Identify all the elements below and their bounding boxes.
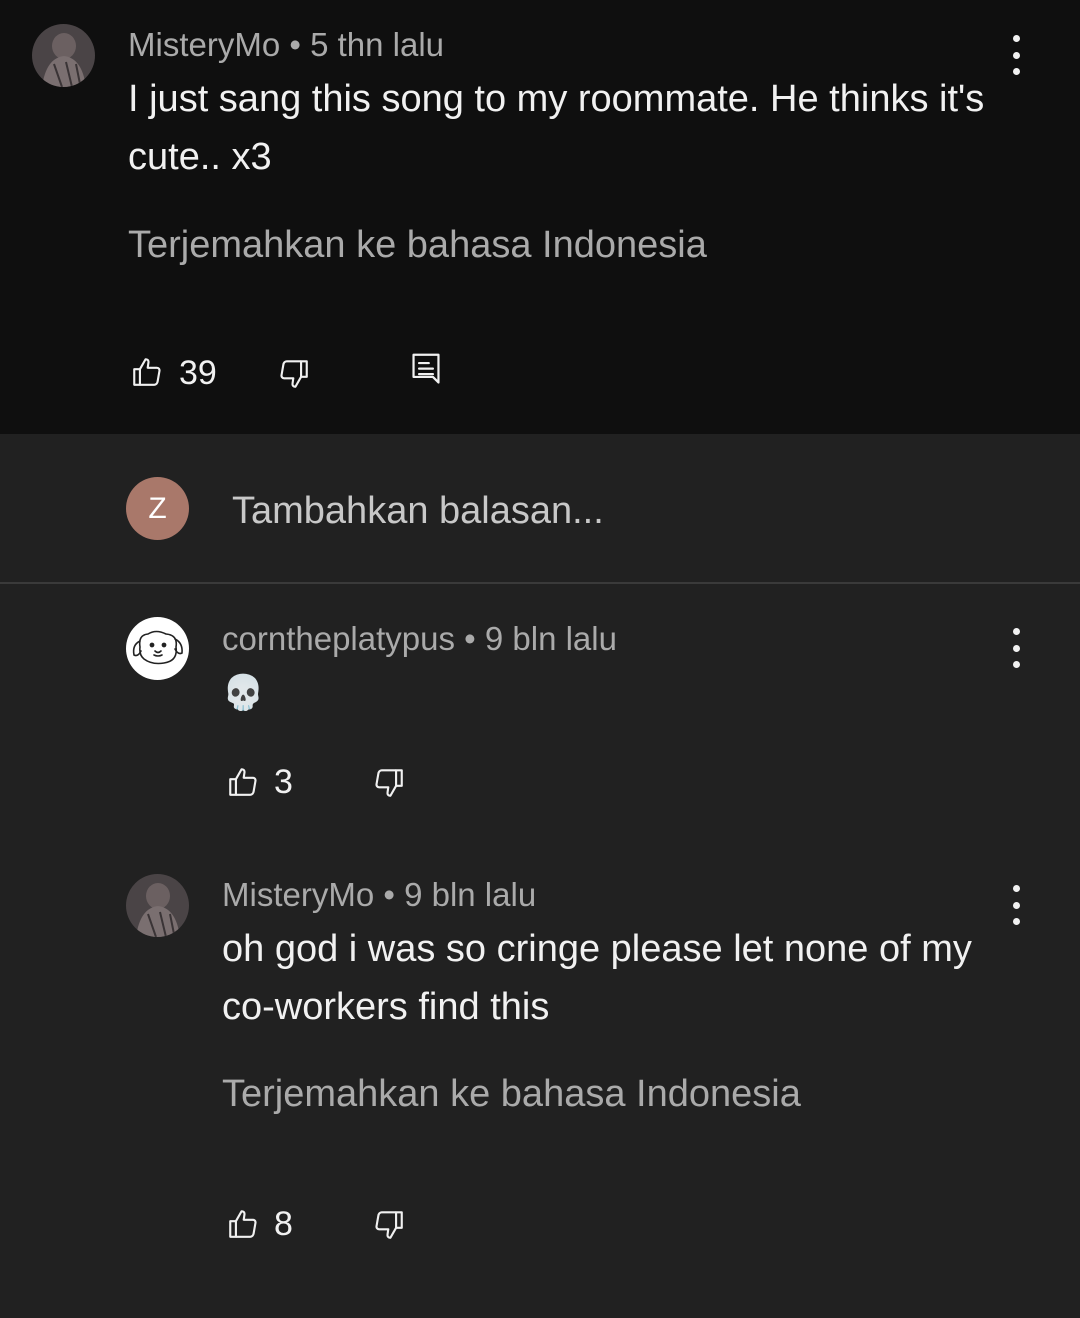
user-avatar: Z (126, 477, 189, 540)
reply-like-count: 8 (274, 1205, 293, 1243)
comment-text: I just sang this song to my roommate. He… (128, 78, 985, 178)
author-avatar[interactable] (32, 24, 95, 87)
reply-dislike-button[interactable] (372, 1208, 406, 1242)
thumbs-down-icon (277, 357, 311, 391)
thumbs-down-icon (372, 1208, 406, 1242)
comment-meta: MisteryMo • 5 thn lalu (128, 26, 444, 64)
reply-like-button[interactable] (226, 1207, 260, 1241)
reply-meta: corntheplatypus • 9 bln lalu (222, 620, 617, 658)
thumbs-down-icon (372, 766, 406, 800)
reply-text: oh god i was so cringe please let none o… (222, 928, 972, 1028)
reply-comment-icon (409, 352, 443, 388)
reply-time: • 9 bln lalu (464, 620, 617, 657)
thumbs-up-icon (226, 765, 260, 799)
more-options-icon[interactable] (1010, 885, 1022, 925)
more-options-icon[interactable] (1010, 35, 1022, 75)
top-comment: MisteryMo • 5 thn lalu I just sang this … (0, 0, 1080, 434)
reply-time: • 9 bln lalu (383, 876, 537, 913)
reply-text: 💀 (222, 674, 265, 712)
like-count: 39 (179, 354, 217, 392)
reply-author-avatar[interactable] (126, 874, 189, 937)
reply-meta: MisteryMo • 9 bln lalu (222, 876, 536, 914)
dislike-button[interactable] (277, 357, 311, 391)
translate-link[interactable]: Terjemahkan ke bahasa Indonesia (128, 224, 707, 267)
add-reply-input[interactable]: Tambahkan balasan... (232, 490, 604, 533)
reply-author-name[interactable]: corntheplatypus (222, 620, 455, 657)
reply-button[interactable] (409, 352, 443, 388)
comment-time: • 5 thn lalu (289, 26, 445, 63)
translate-link[interactable]: Terjemahkan ke bahasa Indonesia (222, 1073, 801, 1116)
more-options-icon[interactable] (1010, 628, 1022, 668)
reply-like-button[interactable] (226, 765, 260, 799)
thumbs-up-icon (226, 1207, 260, 1241)
divider (0, 582, 1080, 584)
like-button[interactable] (130, 355, 164, 389)
author-name[interactable]: MisteryMo (128, 26, 280, 63)
reply-like-count: 3 (274, 763, 293, 801)
avatar-letter: Z (148, 491, 167, 525)
reply-author-name[interactable]: MisteryMo (222, 876, 374, 913)
reply-author-avatar[interactable] (126, 617, 189, 680)
thumbs-up-icon (130, 355, 164, 389)
reply-dislike-button[interactable] (372, 766, 406, 800)
